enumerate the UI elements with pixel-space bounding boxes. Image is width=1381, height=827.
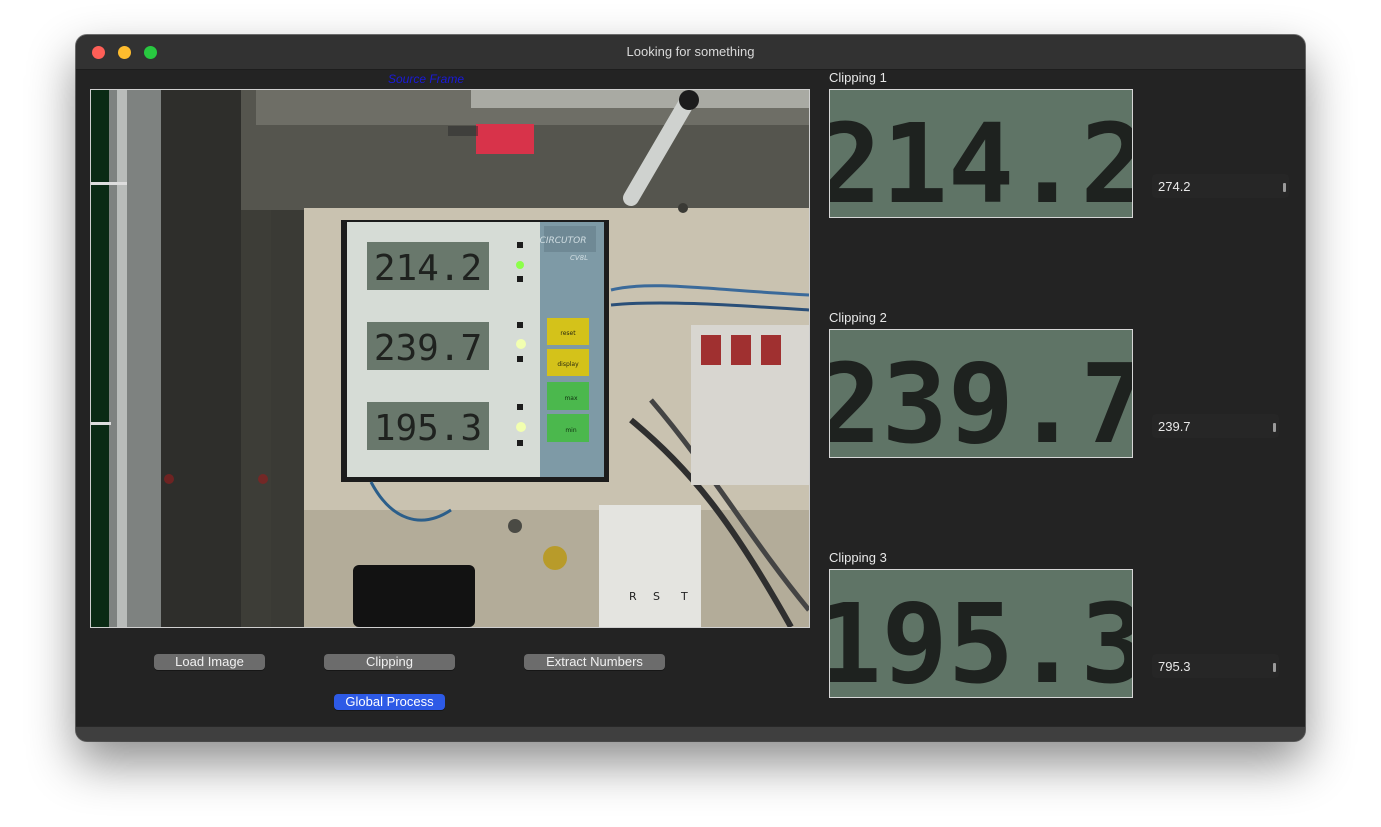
phase-r-label: R: [629, 590, 637, 603]
app-window: Looking for something Source Frame 214.2…: [76, 35, 1305, 741]
clipping-2-value: 239.7: [1158, 419, 1191, 434]
phase-s-label: S: [653, 590, 660, 603]
meter-brand: CIRCUTOR: [540, 236, 587, 246]
meter-display-label: display: [557, 361, 579, 368]
clipping-1-value-field[interactable]: 274.2: [1152, 174, 1289, 198]
clipping-1-value: 274.2: [1158, 179, 1191, 194]
meter-reading-2: 239.7: [374, 328, 482, 369]
clipping-2-value-field[interactable]: 239.7: [1152, 414, 1279, 438]
clipping-3-stepper[interactable]: [1273, 663, 1276, 672]
global-process-button[interactable]: Global Process: [334, 694, 445, 710]
meter-max-label: max: [564, 395, 578, 402]
clipping-2-image: 239.7: [829, 329, 1133, 458]
phase-t-label: T: [680, 590, 688, 603]
clipping-2-label: Clipping 2: [829, 310, 887, 325]
clipping-3-value: 795.3: [1158, 659, 1191, 674]
clipping-1-label: Clipping 1: [829, 70, 887, 85]
meter-reading-1: 214.2: [374, 248, 482, 289]
window-title: Looking for something: [626, 44, 755, 59]
source-frame-label: Source Frame: [388, 72, 465, 86]
clipping-2-stepper[interactable]: [1273, 423, 1276, 432]
clipping-button[interactable]: Clipping: [324, 654, 455, 670]
load-image-button[interactable]: Load Image: [154, 654, 265, 670]
extract-numbers-button[interactable]: Extract Numbers: [524, 654, 665, 670]
clipping-1-image: 214.2: [829, 89, 1133, 218]
clipping-3-value-field[interactable]: 795.3: [1152, 654, 1279, 678]
title-bar: Looking for something: [76, 35, 1305, 70]
meter-model: CV8L: [570, 254, 588, 262]
source-frame-image: 214.2 239.7 195.3 CIRCUTOR CV8L reset di…: [90, 89, 810, 628]
clipping-3-digits: 195.3: [830, 580, 1132, 697]
meter-reading-3: 195.3: [374, 408, 482, 449]
meter-min-label: min: [565, 427, 577, 434]
main-content: Source Frame 214.2 239.7 195.3 CIRCUTOR …: [76, 70, 1305, 726]
window-bottom-strip: [76, 727, 1305, 741]
clipping-3-label: Clipping 3: [829, 550, 887, 565]
meter-reset-label: reset: [560, 330, 576, 337]
clipping-2-digits: 239.7: [830, 340, 1132, 457]
clipping-1-digits: 214.2: [830, 100, 1132, 217]
clipping-1-stepper[interactable]: [1283, 183, 1286, 192]
clipping-3-image: 195.3: [829, 569, 1133, 698]
